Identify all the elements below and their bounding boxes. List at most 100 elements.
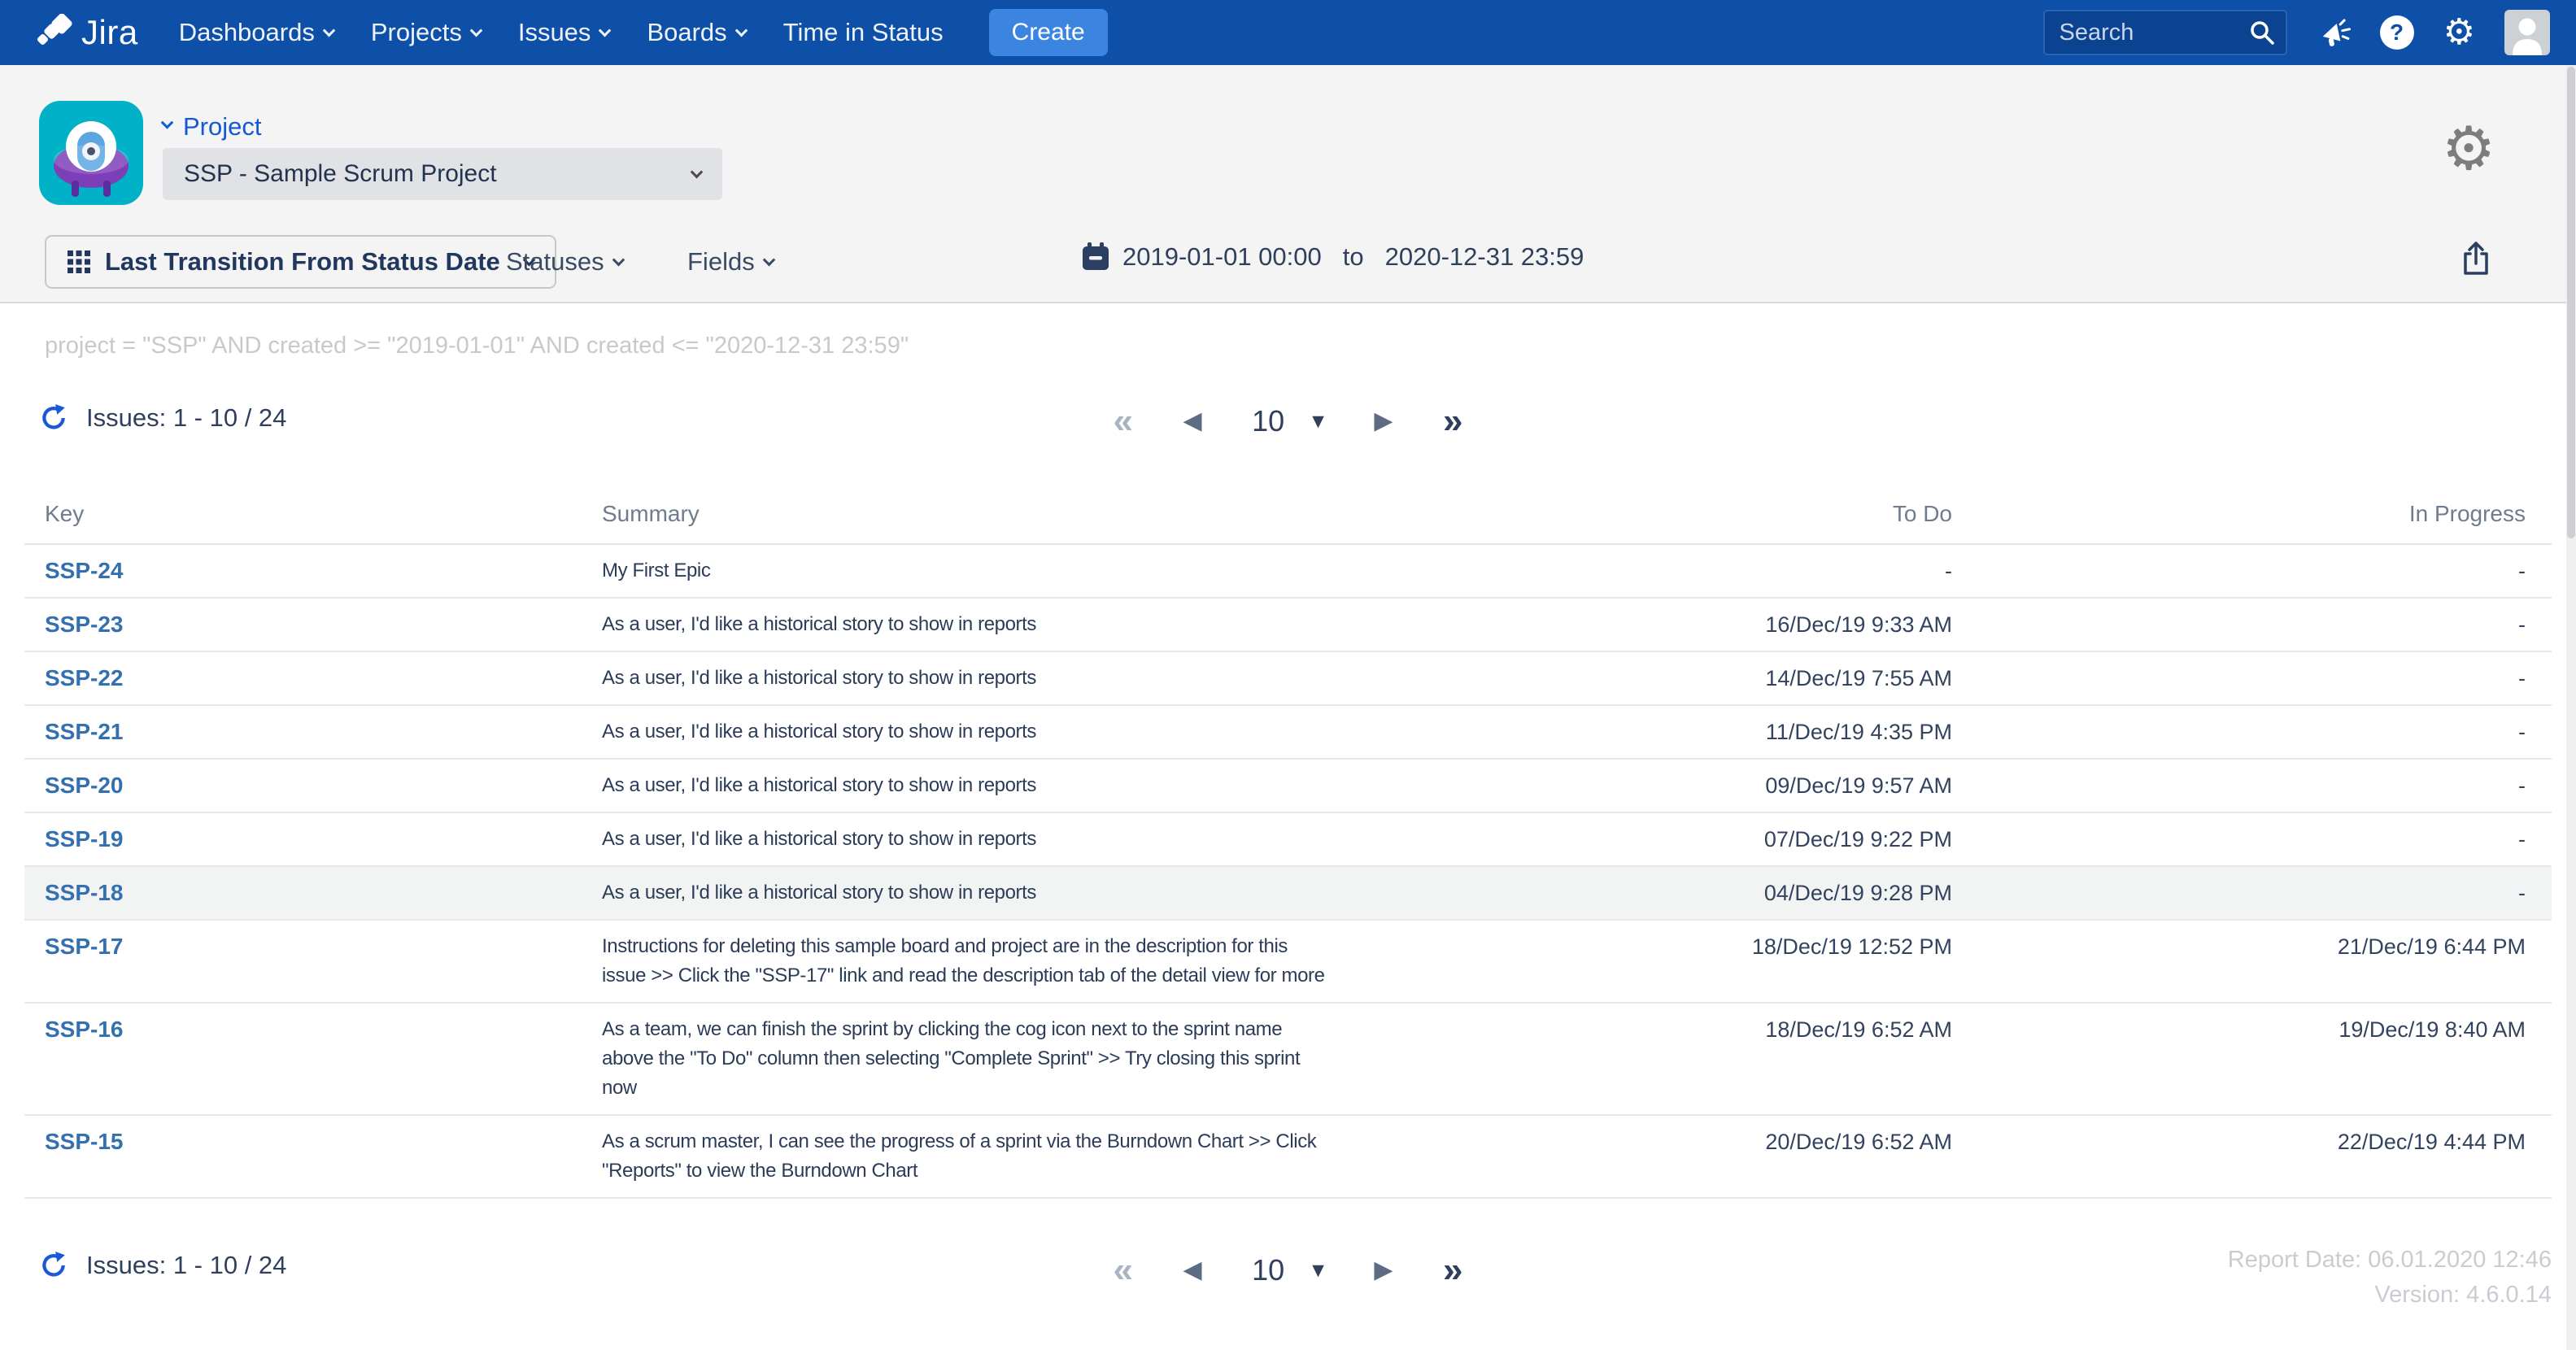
project-avatar [39, 101, 143, 205]
jql-query-text: project = "SSP" AND created >= "2019-01-… [45, 333, 2576, 359]
summary-cell: As a user, I'd like a historical story t… [578, 813, 1407, 865]
statuses-label: Statuses [506, 247, 604, 277]
first-page-button[interactable]: « [1114, 403, 1133, 439]
issue-key-link[interactable]: SSP-22 [45, 665, 124, 690]
todo-cell: - [1407, 545, 1952, 597]
date-from[interactable]: 2019-01-01 00:00 [1122, 242, 1322, 272]
page-size-value: 10 [1252, 404, 1284, 438]
column-header-inprogress: In Progress [1952, 488, 2552, 543]
previous-page-button[interactable]: ◀ [1183, 409, 1202, 433]
chevron-down-icon [323, 24, 336, 37]
issue-key-link[interactable]: SSP-16 [45, 1017, 124, 1042]
jira-logo[interactable]: Jira [36, 13, 138, 52]
key-cell: SSP-21 [24, 706, 578, 758]
inprogress-cell: - [1952, 599, 2552, 651]
issue-key-link[interactable]: SSP-21 [45, 719, 124, 744]
dropdown-arrow-icon: ▼ [1312, 412, 1324, 430]
issue-key-link[interactable]: SSP-20 [45, 773, 124, 798]
create-button[interactable]: Create [989, 9, 1108, 56]
key-cell: SSP-24 [24, 545, 578, 597]
summary-cell: As a team, we can finish the sprint by c… [578, 1004, 1407, 1114]
summary-cell: As a scrum master, I can see the progres… [578, 1116, 1407, 1197]
key-cell: SSP-23 [24, 599, 578, 651]
summary-cell: As a user, I'd like a historical story t… [578, 867, 1407, 919]
date-separator: to [1343, 242, 1364, 272]
page-size-value: 10 [1252, 1253, 1284, 1287]
todo-cell: 09/Dec/19 9:57 AM [1407, 760, 1952, 812]
key-cell: SSP-22 [24, 652, 578, 704]
table-row: SSP-24 My First Epic - - [24, 545, 2552, 599]
project-collapse-toggle[interactable]: Project [163, 112, 261, 142]
fields-label: Fields [687, 247, 755, 277]
summary-cell: Instructions for deleting this sample bo… [578, 921, 1407, 1002]
export-icon[interactable] [2460, 239, 2492, 281]
report-version: Version: 4.6.0.14 [2228, 1278, 2552, 1313]
chevron-down-icon [470, 24, 483, 37]
last-page-button[interactable]: » [1443, 1252, 1462, 1288]
table-body: SSP-24 My First Epic - - SSP-23 As a use… [24, 545, 2552, 1199]
report-type-button[interactable]: Last Transition From Status Date [45, 235, 556, 289]
report-settings-icon[interactable]: ⚙ [2442, 119, 2495, 179]
project-header-section: Project SSP - Sample Scrum Project Last … [0, 65, 2576, 303]
next-page-button[interactable]: ▶ [1374, 409, 1393, 433]
nav-item-label: Projects [371, 18, 462, 47]
summary-cell: As a user, I'd like a historical story t… [578, 599, 1407, 651]
date-to[interactable]: 2020-12-31 23:59 [1385, 242, 1584, 272]
nav-item-label: Time in Status [783, 18, 944, 47]
jira-logo-icon [36, 14, 73, 51]
issue-key-link[interactable]: SSP-19 [45, 826, 124, 851]
previous-page-button[interactable]: ◀ [1183, 1258, 1202, 1282]
first-page-button[interactable]: « [1114, 1252, 1133, 1288]
announcement-icon[interactable] [2317, 15, 2351, 50]
issue-key-link[interactable]: SSP-17 [45, 934, 124, 959]
nav-item-time-in-status[interactable]: Time in Status [783, 18, 944, 47]
scrollbar[interactable] [2566, 65, 2576, 1350]
issues-table: Key Summary To Do In Progress SSP-24 My … [24, 488, 2552, 1199]
chevron-down-icon [612, 253, 625, 266]
nav-item-projects[interactable]: Projects [371, 18, 481, 47]
issue-key-link[interactable]: SSP-24 [45, 558, 124, 583]
nav-item-label: Dashboards [179, 18, 315, 47]
settings-icon[interactable]: ⚙ [2443, 15, 2475, 50]
date-range-picker[interactable]: 2019-01-01 00:00 to 2020-12-31 23:59 [1082, 242, 1584, 272]
table-row: SSP-23 As a user, I'd like a historical … [24, 599, 2552, 652]
key-cell: SSP-16 [24, 1004, 578, 1056]
refresh-icon[interactable] [39, 403, 68, 433]
todo-cell: 07/Dec/19 9:22 PM [1407, 813, 1952, 865]
user-avatar[interactable] [2504, 10, 2550, 55]
issue-key-link[interactable]: SSP-18 [45, 880, 124, 905]
issue-key-link[interactable]: SSP-23 [45, 612, 124, 637]
project-label: Project [183, 112, 261, 142]
dropdown-arrow-icon: ▼ [1312, 1261, 1324, 1279]
pagination-top: « ◀ 10 ▼ ▶ » [1114, 395, 1463, 447]
fields-filter[interactable]: Fields [687, 244, 774, 280]
pagination-bottom: « ◀ 10 ▼ ▶ » [1114, 1244, 1463, 1296]
table-row: SSP-16 As a team, we can finish the spri… [24, 1004, 2552, 1116]
next-page-button[interactable]: ▶ [1374, 1258, 1393, 1282]
refresh-icon[interactable] [39, 1251, 68, 1280]
todo-cell: 04/Dec/19 9:28 PM [1407, 867, 1952, 919]
page-size-select[interactable]: 10 ▼ [1252, 404, 1324, 438]
todo-cell: 14/Dec/19 7:55 AM [1407, 652, 1952, 704]
nav-item-label: Issues [518, 18, 591, 47]
main-content: project = "SSP" AND created >= "2019-01-… [0, 303, 2576, 1327]
key-cell: SSP-15 [24, 1116, 578, 1168]
page-size-select[interactable]: 10 ▼ [1252, 1253, 1324, 1287]
table-row: SSP-20 As a user, I'd like a historical … [24, 760, 2552, 813]
issues-bar-bottom: Issues: 1 - 10 / 24 « ◀ 10 ▼ ▶ » Report … [0, 1238, 2576, 1327]
project-select[interactable]: SSP - Sample Scrum Project [163, 148, 722, 200]
nav-item-issues[interactable]: Issues [518, 18, 610, 47]
todo-cell: 18/Dec/19 6:52 AM [1407, 1004, 1952, 1056]
summary-cell: As a user, I'd like a historical story t… [578, 652, 1407, 704]
last-page-button[interactable]: » [1443, 403, 1462, 439]
nav-item-boards[interactable]: Boards [647, 18, 745, 47]
key-cell: SSP-20 [24, 760, 578, 812]
issues-count: Issues: 1 - 10 / 24 [86, 403, 286, 433]
statuses-filter[interactable]: Statuses [506, 244, 623, 280]
nav-item-dashboards[interactable]: Dashboards [179, 18, 333, 47]
inprogress-cell: - [1952, 706, 2552, 758]
table-row: SSP-15 As a scrum master, I can see the … [24, 1116, 2552, 1199]
issue-key-link[interactable]: SSP-15 [45, 1129, 124, 1154]
help-icon[interactable]: ? [2380, 15, 2414, 50]
scrollbar-thumb[interactable] [2567, 67, 2575, 538]
